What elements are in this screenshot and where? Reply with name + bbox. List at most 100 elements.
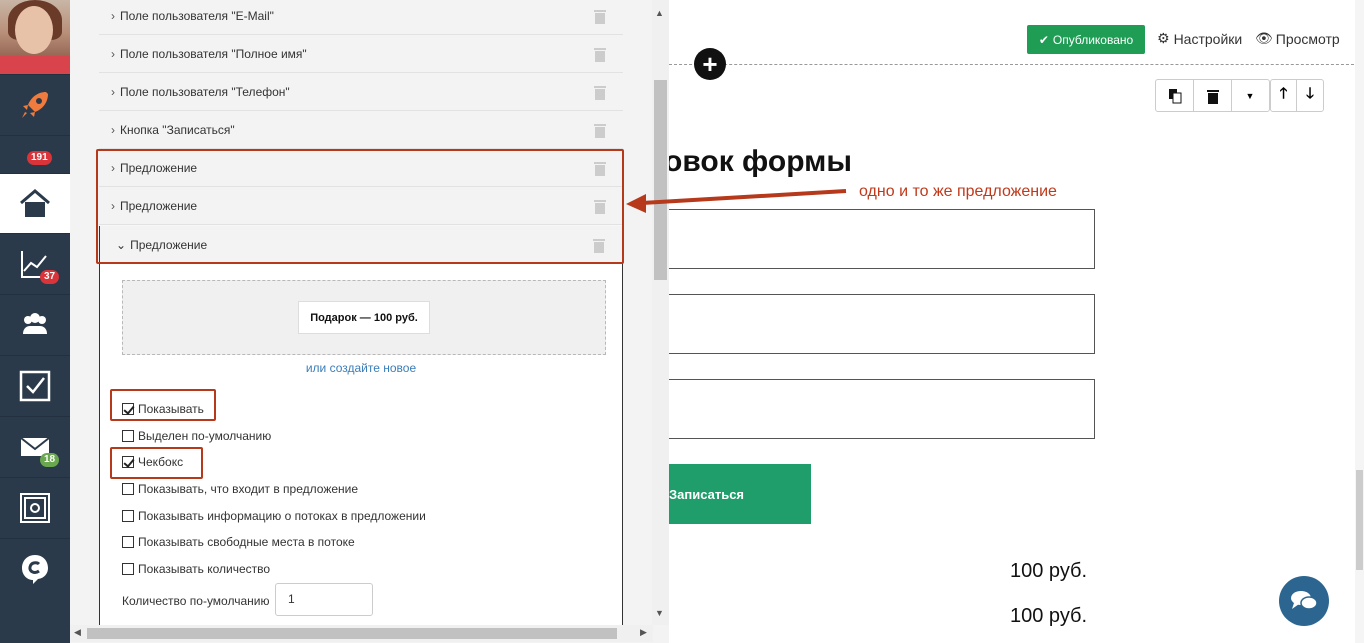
canvas-scrollbar[interactable]	[1355, 0, 1364, 643]
avatar[interactable]	[0, 0, 70, 74]
checkbox-show-quantity[interactable]: Показывать количество	[122, 562, 270, 576]
annotation-note: одно и то же предложение	[859, 183, 1057, 200]
field-row-label: Поле пользователя "Полное имя"	[120, 46, 307, 61]
field-row-label: Поле пользователя "E-Mail"	[120, 8, 274, 23]
annotation-checkbox-box	[110, 447, 203, 479]
nav-item-users[interactable]	[0, 294, 70, 354]
field-row-fullname[interactable]: › Поле пользователя "Полное имя"	[99, 35, 623, 73]
chat-widget-button[interactable]	[1279, 576, 1329, 626]
panel-vertical-scrollbar[interactable]: ▲ ▼	[652, 0, 669, 625]
field-row-email[interactable]: › Поле пользователя "E-Mail"	[99, 0, 623, 35]
chevron-right-icon: ›	[111, 46, 115, 61]
scroll-thumb[interactable]	[1356, 470, 1363, 570]
scroll-down-icon[interactable]: ▼	[655, 608, 664, 618]
preview-label: Просмотр	[1275, 30, 1340, 47]
annotation-show-box	[110, 389, 216, 421]
eye-icon: 👁	[1255, 30, 1273, 46]
nav-item-home[interactable]	[0, 173, 70, 233]
form-title: овок формы	[669, 145, 852, 178]
arrow-down-icon: 🡓	[1306, 85, 1314, 102]
checkbox-label: Показывать свободные места в потоке	[138, 535, 355, 549]
block-divider	[669, 64, 1364, 65]
checkbox-control[interactable]	[122, 510, 134, 522]
preview-link[interactable]: 👁 Просмотр	[1255, 30, 1340, 47]
chat-bubbles-icon	[1291, 591, 1318, 610]
block-toolbar: ▼	[1155, 79, 1270, 112]
stats-badge: 37	[40, 270, 60, 284]
checkbox-label: Показывать, что входит в предложение	[138, 482, 359, 496]
create-new-link[interactable]: или создайте новое	[100, 361, 622, 375]
checkbox-show-seats[interactable]: Показывать свободные места в потоке	[122, 535, 355, 549]
annotation-offers-box	[96, 149, 624, 264]
chat-c-icon	[22, 554, 48, 584]
trash-icon[interactable]	[593, 8, 607, 24]
left-nav: 191 37 18	[0, 0, 70, 643]
trash-icon[interactable]	[593, 122, 607, 138]
caret-down-icon: ▼	[1245, 90, 1255, 101]
checkbox-control[interactable]	[122, 563, 134, 575]
delete-block-button[interactable]	[1194, 80, 1232, 111]
field-row-button[interactable]: › Кнопка "Записаться"	[99, 111, 623, 149]
scroll-up-icon[interactable]: ▲	[655, 8, 664, 18]
form-input-name[interactable]	[669, 294, 1095, 354]
settings-panel: › Поле пользователя "E-Mail" › Поле поль…	[70, 0, 670, 643]
qty-input[interactable]: 1	[275, 583, 373, 616]
nav-item-tasks[interactable]	[0, 355, 70, 415]
price-text: 100 руб.	[1010, 605, 1088, 627]
checkbox-show-contents[interactable]: Показывать, что входит в предложение	[122, 482, 358, 496]
checkbox-label: Выделен по-умолчанию	[138, 429, 272, 443]
checkbox-label: Показывать информацию о потоках в предло…	[138, 509, 426, 523]
checkbox-control[interactable]	[122, 430, 134, 442]
trash-icon[interactable]	[593, 46, 607, 62]
settings-label: Настройки	[1173, 30, 1243, 47]
offer-chip[interactable]: Подарок — 100 руб.	[298, 301, 430, 334]
trash-icon	[1206, 89, 1219, 104]
check-icon: ✔	[1038, 32, 1049, 47]
nav-item-chat[interactable]	[0, 538, 70, 598]
field-row-label: Кнопка "Записаться"	[120, 122, 235, 137]
chevron-right-icon: ›	[111, 84, 115, 99]
move-down-button[interactable]: 🡓	[1297, 80, 1323, 111]
scroll-left-icon[interactable]: ◀	[74, 627, 81, 638]
form-preview-canvas: ✔ Опубликовано ⚙ Настройки 👁 Просмотр + …	[669, 0, 1364, 643]
safe-icon	[20, 492, 50, 523]
checkbox-control[interactable]	[122, 536, 134, 548]
scroll-thumb[interactable]	[87, 628, 617, 639]
checkbox-show-streams[interactable]: Показывать информацию о потоках в предло…	[122, 509, 426, 523]
published-label: Опубликовано	[1052, 32, 1134, 47]
annotation-arrow	[626, 189, 847, 213]
notifications-badge: 191	[27, 151, 52, 165]
nav-item-stats[interactable]: 37	[0, 233, 70, 293]
home-icon	[20, 188, 50, 217]
qty-label: Количество по-умолчанию	[122, 594, 270, 608]
messages-badge: 18	[40, 453, 60, 467]
offer-editor: ⌄ Предложение Подарок — 100 руб. или соз…	[99, 226, 623, 626]
checkbox-default-selected[interactable]: Выделен по-умолчанию	[122, 429, 271, 443]
add-block-button[interactable]: +	[694, 48, 726, 80]
nav-item-safe[interactable]	[0, 477, 70, 537]
settings-link[interactable]: ⚙ Настройки	[1157, 30, 1242, 47]
nav-item-rocket[interactable]	[0, 74, 70, 134]
submit-button[interactable]: Записаться	[669, 464, 811, 524]
move-up-button[interactable]: 🡑	[1271, 80, 1297, 111]
field-row-label: Поле пользователя "Телефон"	[120, 84, 290, 99]
copy-button[interactable]	[1156, 80, 1194, 111]
more-dropdown-button[interactable]: ▼	[1232, 80, 1268, 111]
form-input-phone[interactable]	[669, 379, 1095, 439]
users-icon	[23, 312, 47, 334]
copy-icon	[1168, 88, 1181, 103]
gear-icon: ⚙	[1157, 30, 1170, 46]
field-row-phone[interactable]: › Поле пользователя "Телефон"	[99, 73, 623, 111]
scroll-right-icon[interactable]: ▶	[640, 627, 647, 638]
checkbox-icon	[19, 370, 51, 401]
trash-icon[interactable]	[593, 84, 607, 100]
app-root: 191 37 18 › Поле пользователя "E-Mail" ›…	[0, 0, 1364, 643]
checkbox-control[interactable]	[122, 483, 134, 495]
arrow-up-icon: 🡑	[1279, 85, 1288, 102]
rocket-icon	[22, 91, 48, 118]
offer-dropzone[interactable]: Подарок — 100 руб.	[122, 280, 606, 355]
nav-item-notifications[interactable]: 191	[0, 135, 70, 173]
panel-horizontal-scrollbar[interactable]: ◀ ▶	[70, 625, 653, 642]
published-button[interactable]: ✔ Опубликовано	[1027, 25, 1145, 54]
nav-item-messages[interactable]: 18	[0, 416, 70, 476]
